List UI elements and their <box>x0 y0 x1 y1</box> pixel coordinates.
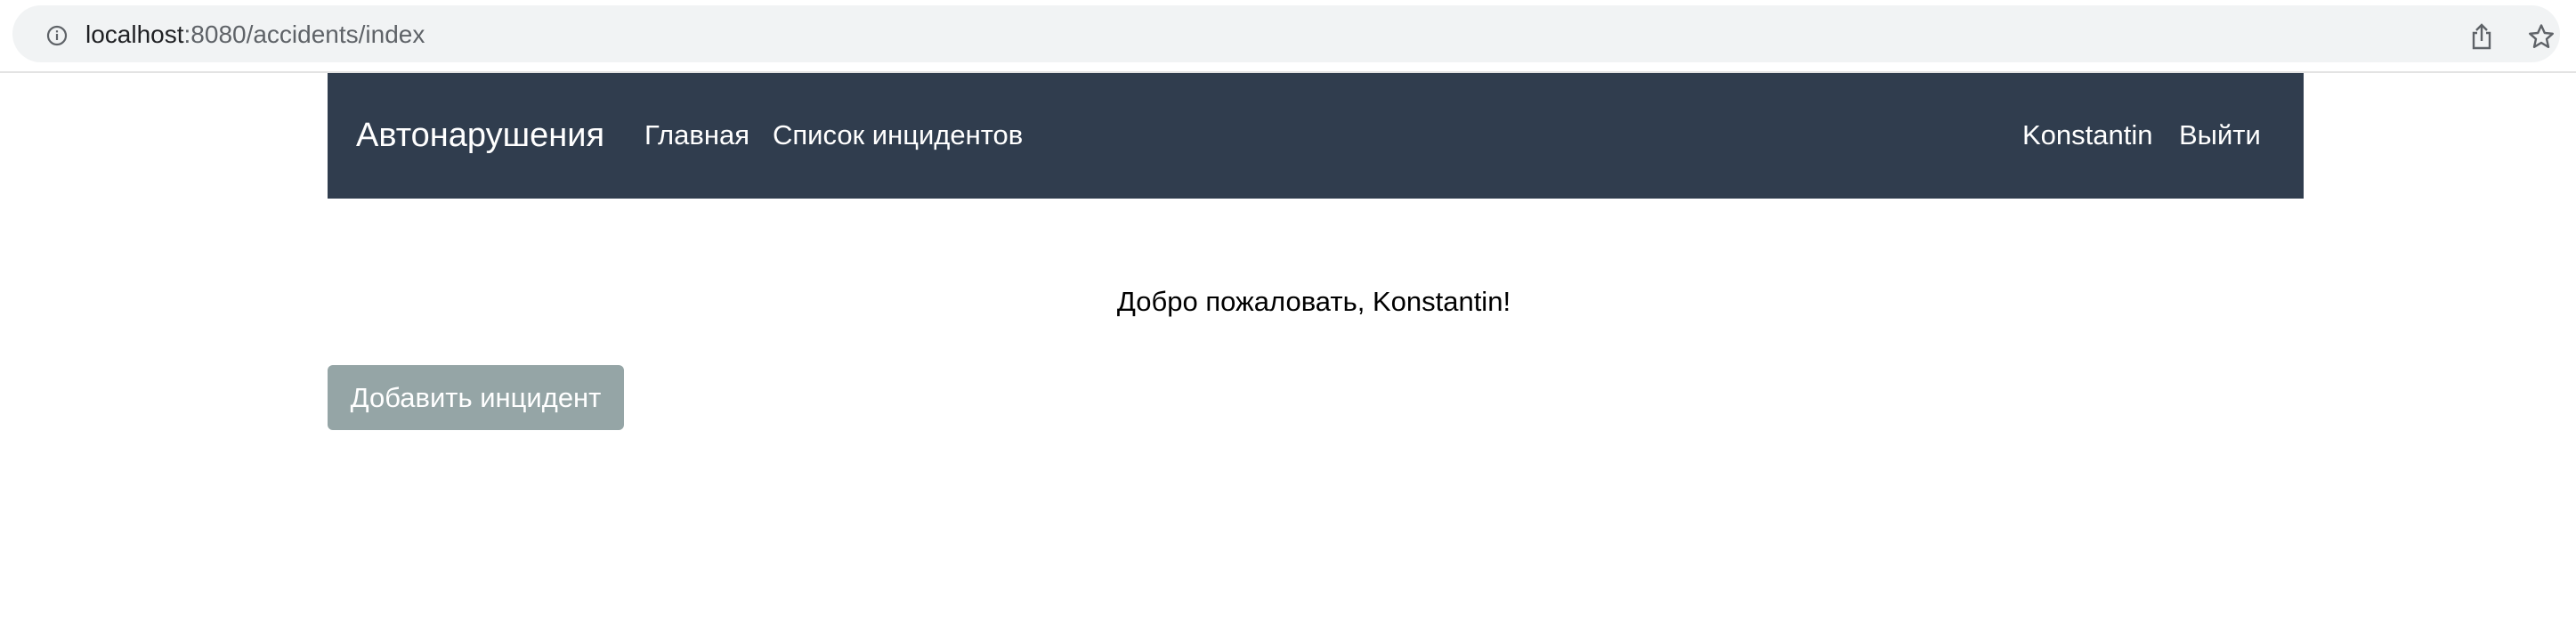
brand-link[interactable]: Автонарушения <box>356 116 604 155</box>
browser-toolbar: localhost:8080/accidents/index <box>0 0 2576 73</box>
nav-link-logout[interactable]: Выйти <box>2179 119 2261 151</box>
info-icon[interactable] <box>46 25 68 46</box>
navbar: Автонарушения Главная Список инцидентов … <box>328 73 2304 199</box>
welcome-message: Добро пожаловать, Konstantin! <box>1116 286 1511 317</box>
nav-link-incidents[interactable]: Список инцидентов <box>773 119 1023 151</box>
star-icon[interactable] <box>2528 23 2555 50</box>
share-icon[interactable] <box>2469 23 2494 50</box>
address-bar[interactable]: localhost:8080/accidents/index <box>12 5 2560 62</box>
url-host: localhost <box>85 20 184 48</box>
nav-link-user[interactable]: Konstantin <box>2022 119 2153 151</box>
nav-link-home[interactable]: Главная <box>644 119 749 151</box>
url-text[interactable]: localhost:8080/accidents/index <box>85 20 425 50</box>
url-path: :8080/accidents/index <box>183 20 425 48</box>
add-incident-button[interactable]: Добавить инцидент <box>328 365 624 430</box>
